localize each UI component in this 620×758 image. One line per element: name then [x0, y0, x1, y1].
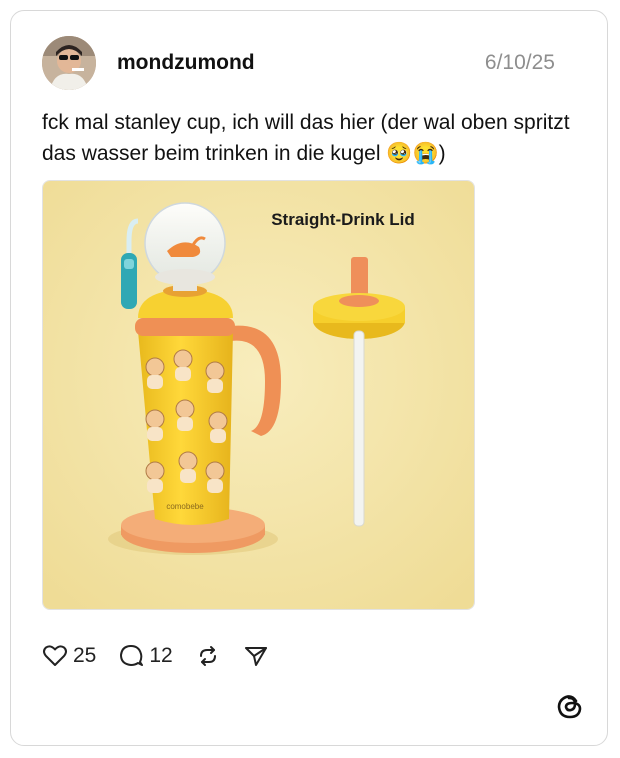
like-count: 25 — [73, 644, 97, 667]
post-date[interactable]: 6/10/25 — [485, 51, 555, 75]
reply-button[interactable]: 12 — [118, 643, 173, 669]
brand-label: comobebe — [166, 502, 204, 511]
repost-icon — [199, 646, 216, 666]
reply-count: 12 — [149, 644, 173, 667]
heart-icon — [43, 645, 67, 666]
share-button[interactable] — [243, 643, 269, 669]
username[interactable]: mondzumond — [117, 51, 255, 75]
post-text: fck mal stanley cup, ich will das hier (… — [42, 111, 570, 165]
threads-logo-icon[interactable] — [557, 692, 583, 725]
comment-icon — [120, 645, 144, 666]
avatar[interactable] — [42, 36, 96, 90]
post-image[interactable]: Straight-Drink Lid comobebe — [42, 180, 475, 610]
image-caption: Straight-Drink Lid — [271, 210, 415, 229]
like-button[interactable]: 25 — [42, 644, 96, 668]
avatar-photo — [42, 36, 96, 90]
send-icon — [244, 647, 267, 666]
repost-button[interactable] — [195, 643, 221, 669]
post-actions: 25 12 — [42, 642, 291, 670]
